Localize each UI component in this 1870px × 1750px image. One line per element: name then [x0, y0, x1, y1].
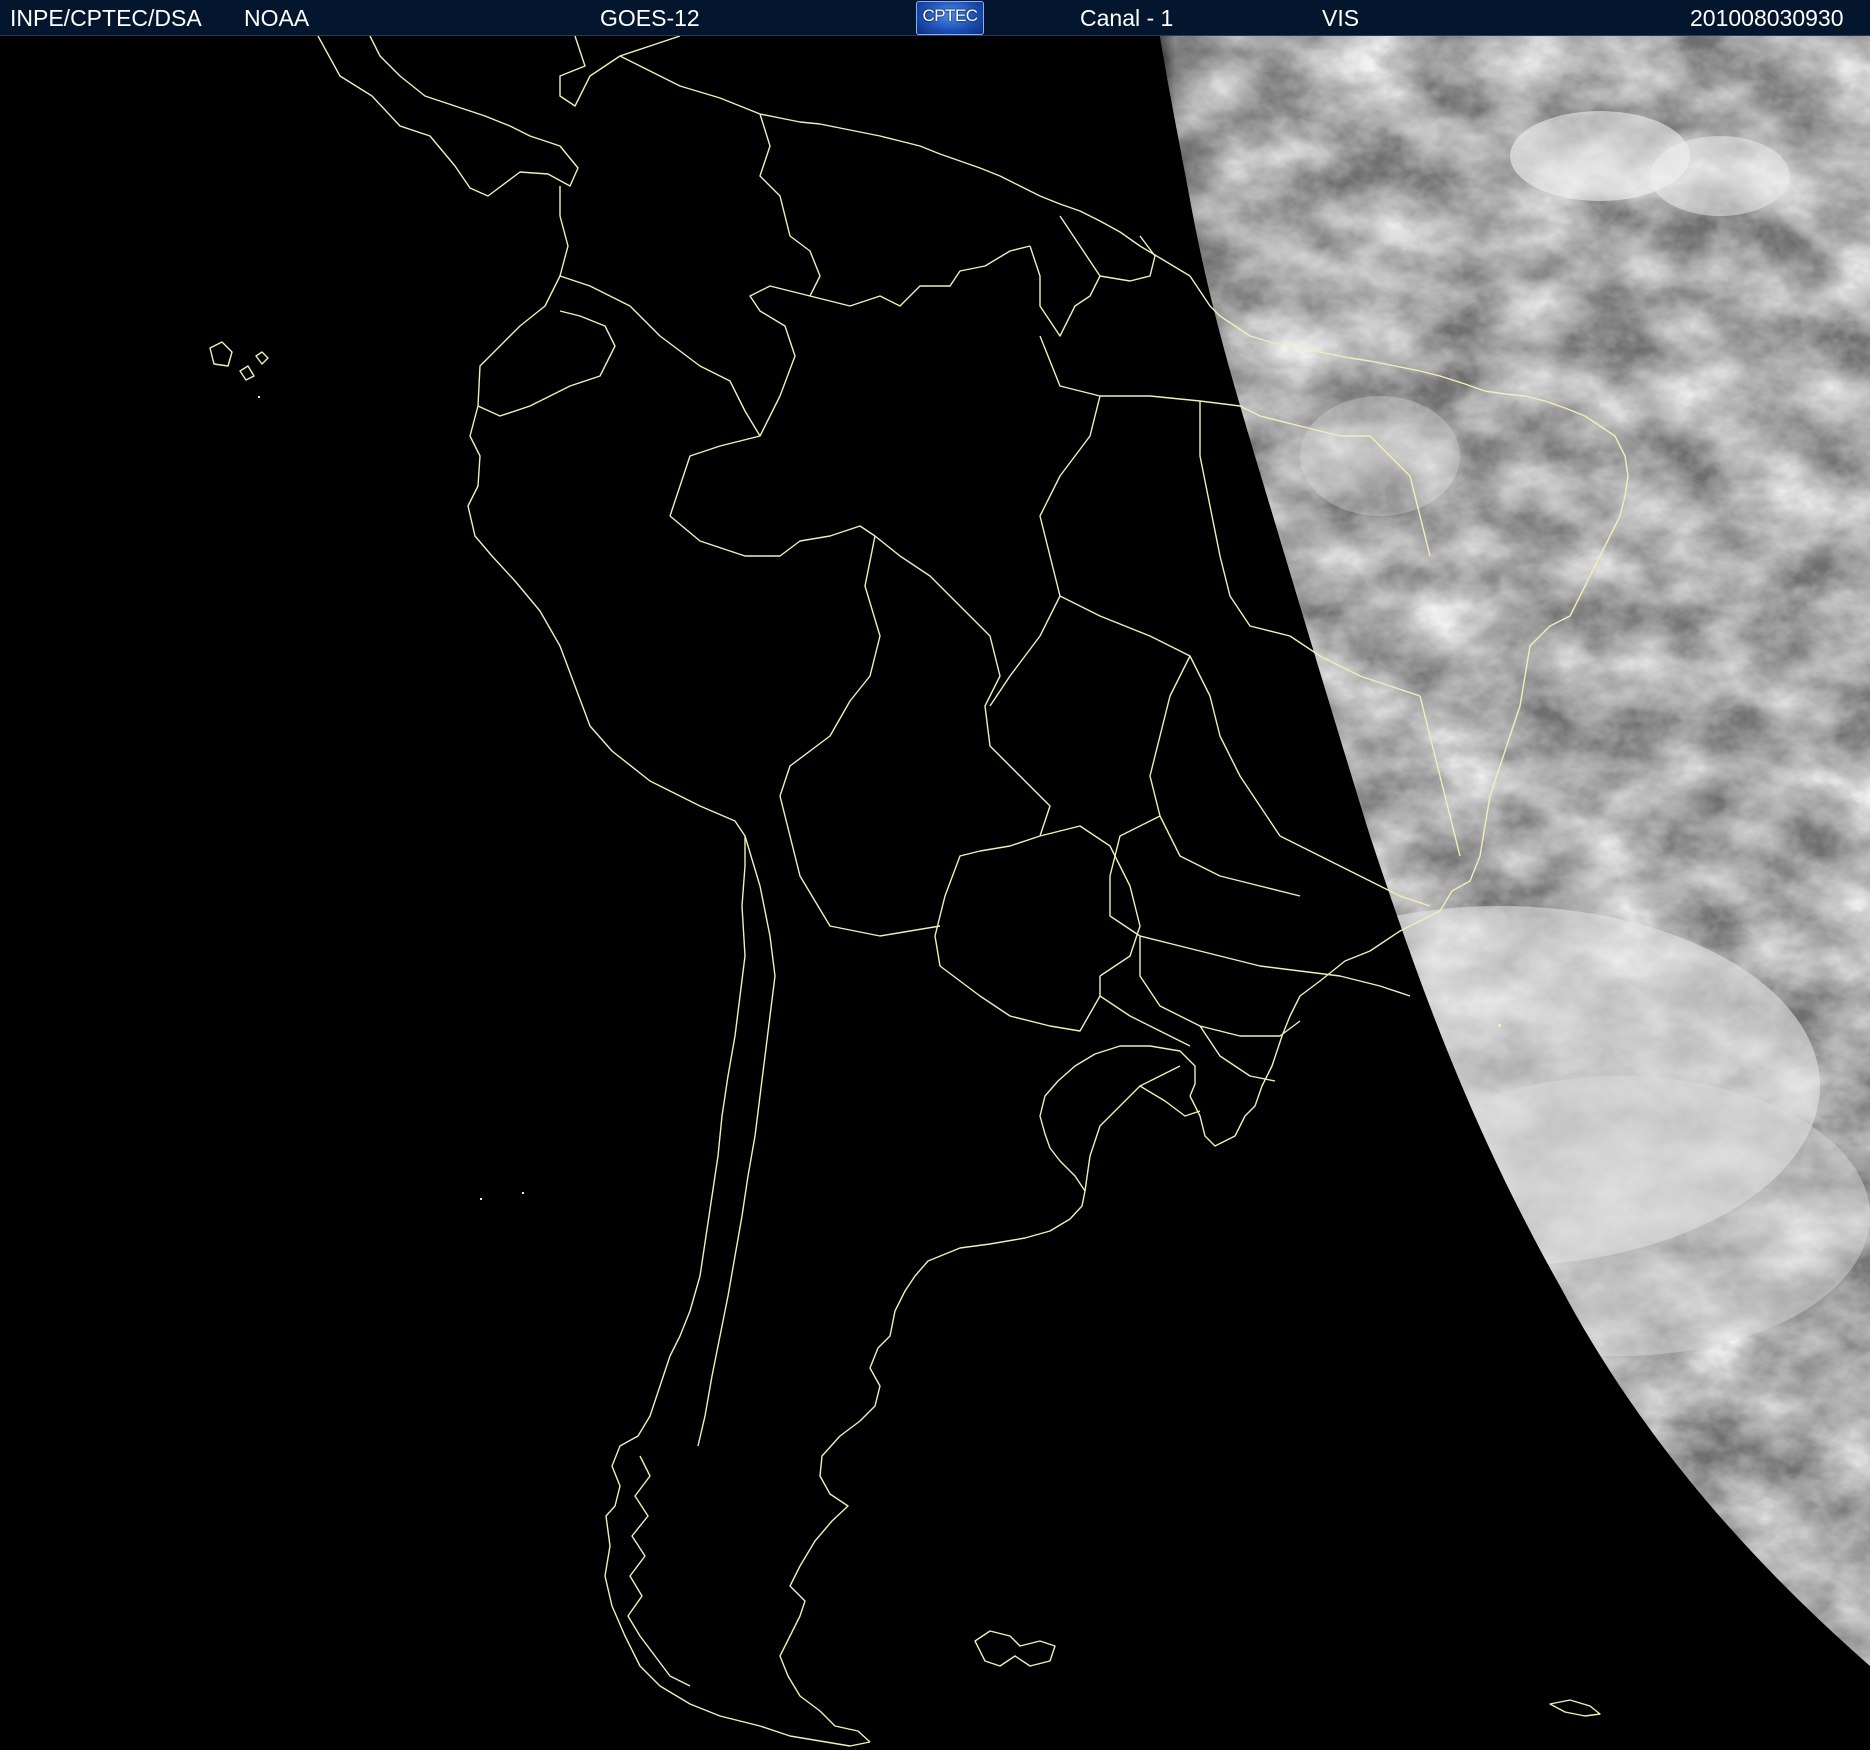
- cptec-logo: CPTEC: [916, 1, 984, 35]
- band-label: VIS: [1322, 5, 1360, 31]
- timestamp-label: 201008030930: [1690, 5, 1844, 31]
- satellite-label: GOES-12: [600, 5, 700, 31]
- agency-label: NOAA: [244, 5, 310, 31]
- header-bar: INPE/CPTEC/DSA NOAA GOES-12 CPTEC Canal …: [0, 0, 1870, 36]
- institution-label: INPE/CPTEC/DSA: [10, 5, 202, 31]
- cptec-logo-text: CPTEC: [922, 6, 978, 25]
- channel-label: Canal - 1: [1080, 5, 1174, 31]
- satellite-map: [0, 36, 1870, 1750]
